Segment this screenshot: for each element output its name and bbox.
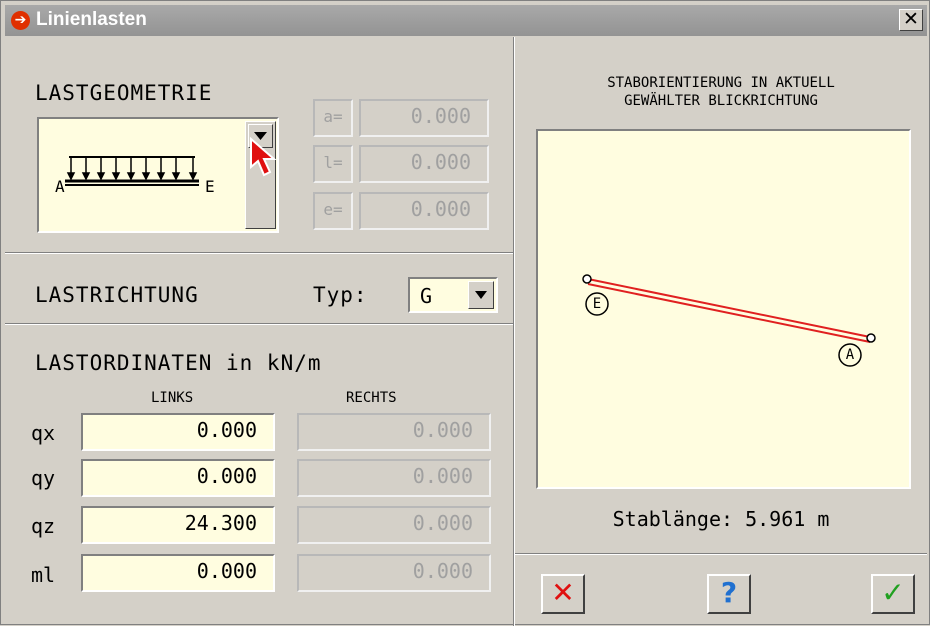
qy-label: qy	[31, 466, 56, 490]
load-geometry-selector[interactable]: A E	[37, 117, 279, 233]
qy-rechts-input[interactable]: 0.000	[297, 459, 491, 497]
qy-links-input[interactable]: 0.000	[81, 459, 275, 497]
qx-rechts-input[interactable]: 0.000	[297, 413, 491, 451]
uniform-load-diagram	[65, 156, 199, 186]
l-input[interactable]: 0.000	[359, 145, 489, 183]
node-a-marker: A	[845, 347, 855, 363]
e-prefix-label: e=	[313, 192, 353, 230]
column-header-links: LINKS	[151, 390, 194, 406]
ml-rechts-input[interactable]: 0.000	[297, 554, 491, 592]
title-bar[interactable]: ➔ Linienlasten ✕	[5, 5, 927, 36]
typ-select[interactable]: G	[408, 277, 498, 313]
qz-rechts-input[interactable]: 0.000	[297, 506, 491, 544]
window-title: Linienlasten	[36, 9, 147, 30]
qz-label: qz	[31, 514, 56, 538]
column-header-rechts: RECHTS	[346, 390, 397, 406]
ok-button[interactable]: ✓	[871, 574, 915, 614]
a-prefix-label: a=	[313, 99, 353, 137]
typ-value: G	[420, 284, 433, 308]
member-length: Stablänge: 5.961 m	[612, 507, 830, 531]
l-prefix-label: l=	[313, 145, 353, 183]
divider	[5, 323, 513, 325]
preview-heading-line1: STABORIENTIERUNG IN AKTUELL	[607, 75, 835, 91]
help-button[interactable]: ?	[707, 574, 751, 614]
cancel-button[interactable]: ✕	[541, 574, 585, 614]
member-orientation-preview: E A	[536, 129, 911, 489]
qx-links-input[interactable]: 0.000	[81, 413, 275, 451]
node-e-label: E	[205, 177, 215, 196]
geometry-heading: LASTGEOMETRIE	[35, 81, 213, 105]
divider	[515, 553, 927, 555]
node-a-label: A	[55, 177, 65, 196]
ml-links-input[interactable]: 0.000	[81, 554, 275, 592]
start-node	[866, 333, 876, 343]
panel-divider	[513, 37, 515, 626]
a-input[interactable]: 0.000	[359, 99, 489, 137]
ml-label: ml	[31, 563, 56, 587]
qz-links-input[interactable]: 24.300	[81, 506, 275, 544]
node-e-marker: E	[592, 296, 602, 312]
mouse-cursor-icon	[250, 137, 277, 177]
triangle-down-icon	[475, 291, 487, 299]
close-button[interactable]: ✕	[899, 9, 923, 31]
e-input[interactable]: 0.000	[359, 192, 489, 230]
qx-label: qx	[31, 421, 56, 445]
ordinates-heading: LASTORDINATEN in kN/m	[35, 351, 322, 375]
linienlasten-dialog: ➔ Linienlasten ✕ LASTGEOMETRIE A E a= 0.…	[0, 0, 930, 626]
typ-dropdown-button[interactable]	[468, 281, 494, 309]
preview-heading-line2: GEWÄHLTER BLICKRICHTUNG	[624, 93, 818, 109]
direction-heading: LASTRICHTUNG	[35, 283, 199, 307]
typ-label: Typ:	[313, 283, 368, 307]
divider	[5, 252, 513, 254]
end-node	[582, 274, 592, 284]
arrow-right-icon: ➔	[11, 11, 30, 30]
